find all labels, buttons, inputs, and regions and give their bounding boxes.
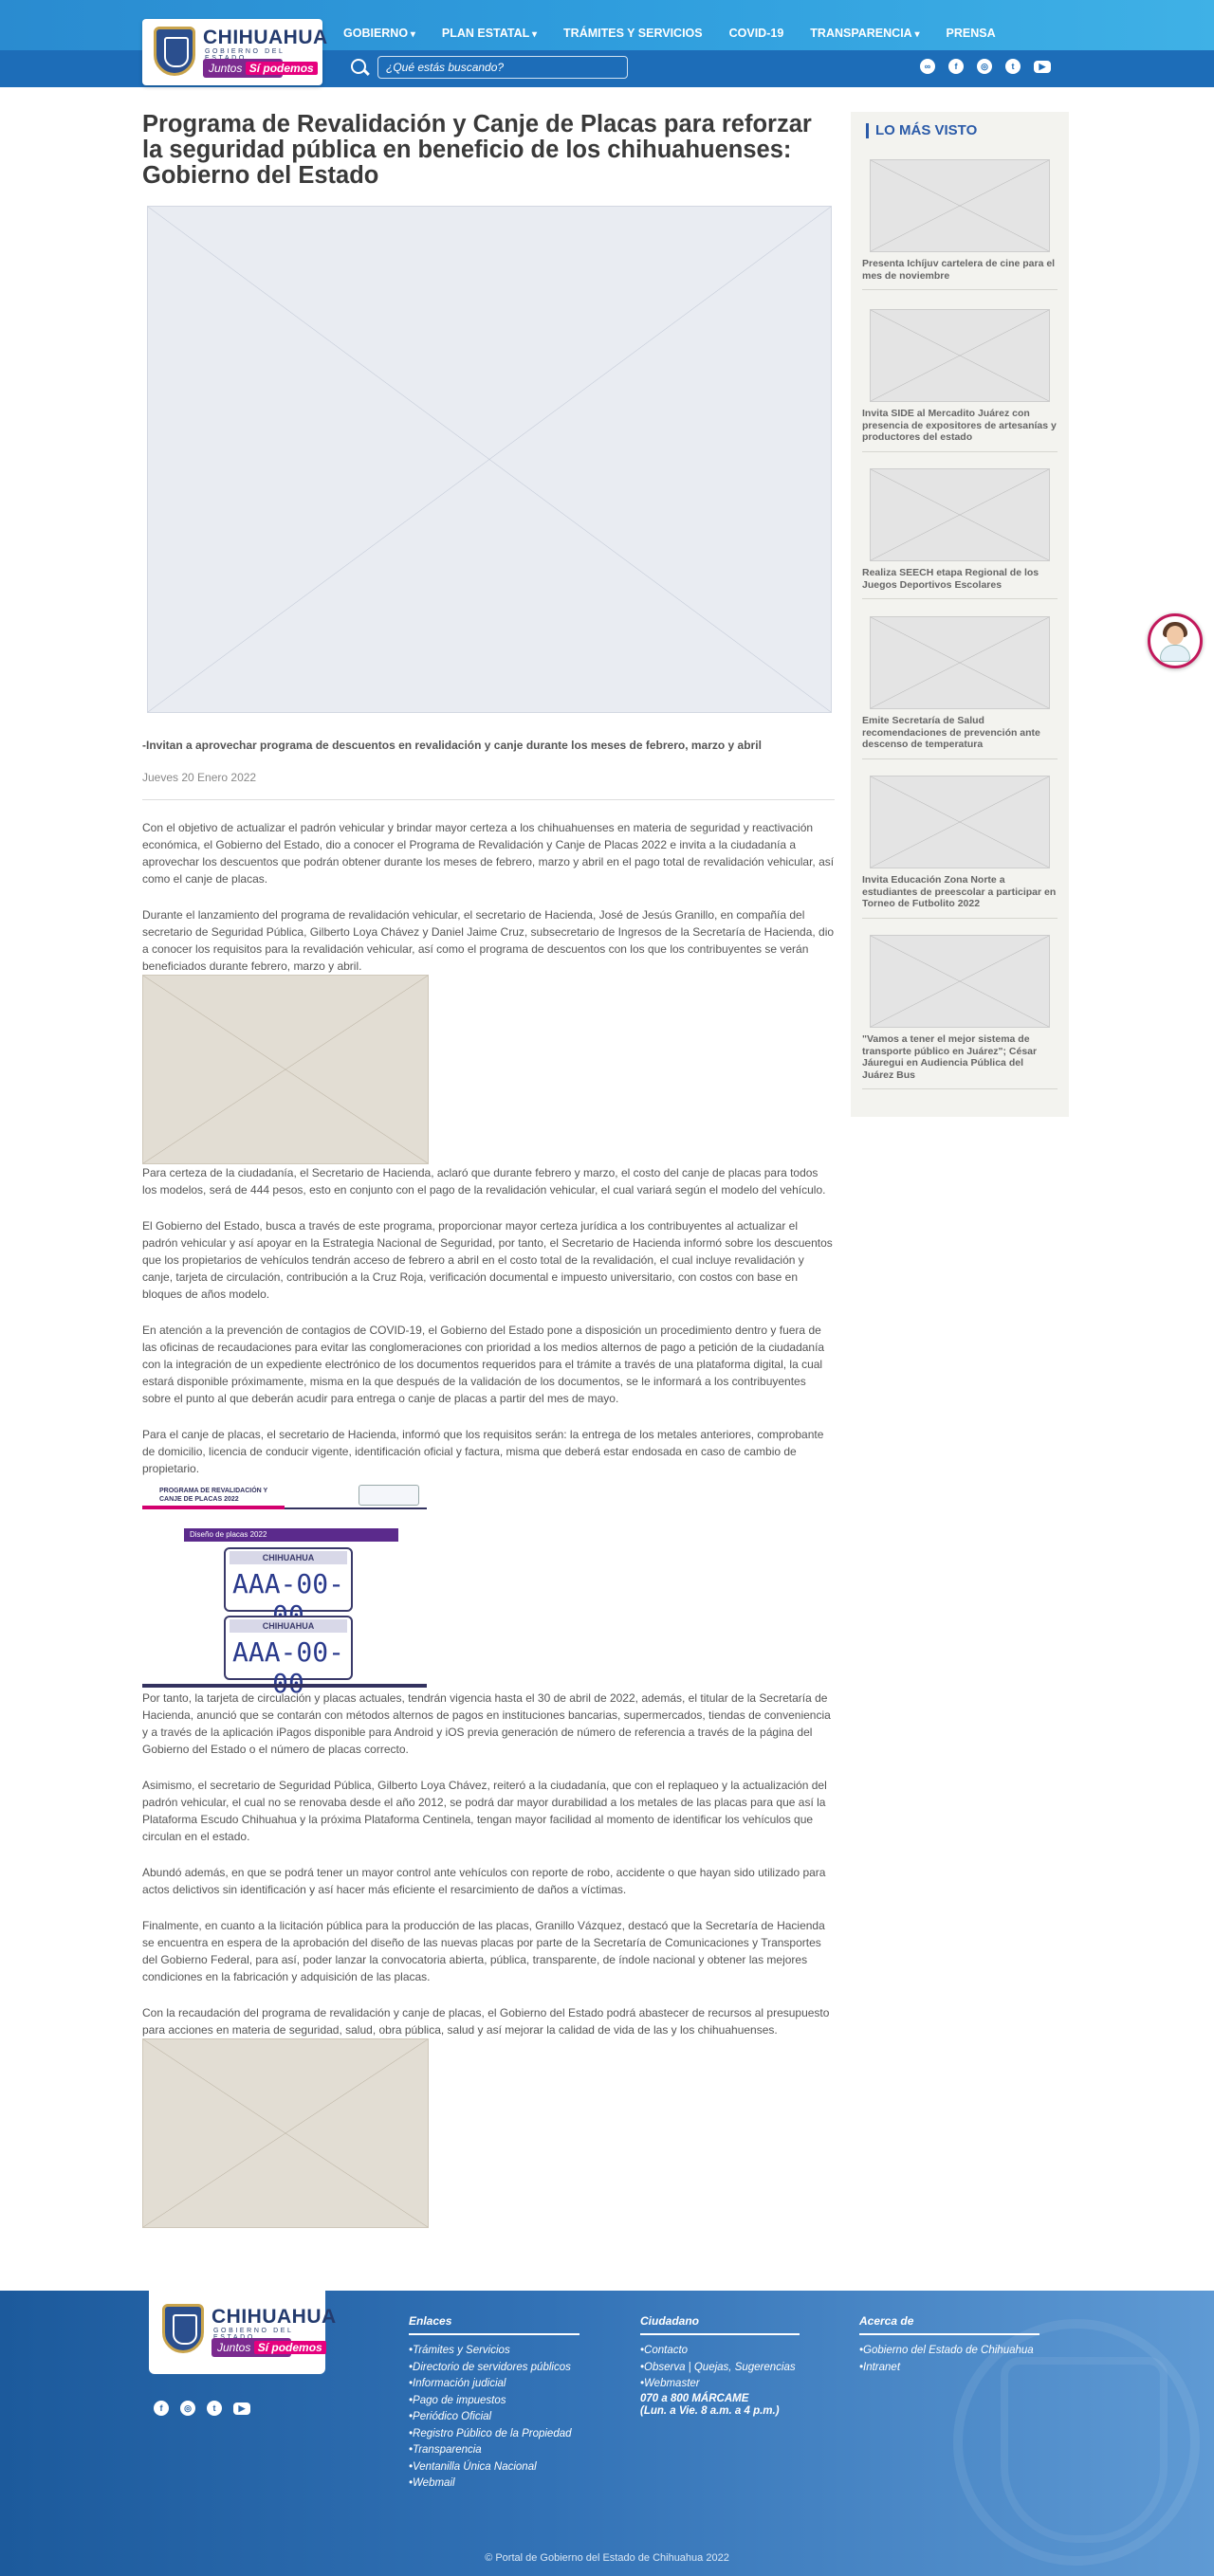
- footer-hours: (Lun. a Vie. 8 a.m. a 4 p.m.): [640, 2404, 780, 2417]
- sidebar-item[interactable]: "Vamos a tener el mejor sistema de trans…: [862, 935, 1058, 1089]
- youtube-icon[interactable]: ▶: [233, 2402, 250, 2415]
- news-thumbnail[interactable]: [870, 776, 1050, 868]
- footer-link[interactable]: •Intranet: [859, 2360, 1039, 2377]
- nav-covid[interactable]: COVID-19: [729, 27, 784, 40]
- nav-transparencia[interactable]: TRANSPARENCIA: [810, 27, 919, 40]
- coat-of-arms-icon: [154, 27, 195, 76]
- license-plate: CHIHUAHUA AAA-00-00: [224, 1616, 353, 1699]
- article-paragraph: Abundó además, en que se podrá tener un …: [142, 1866, 826, 1896]
- site-logo[interactable]: CHIHUAHUA GOBIERNO DEL ESTADO Juntos Sí …: [142, 19, 327, 85]
- footer-link[interactable]: •Webmaster: [640, 2376, 800, 2393]
- plates-label: Diseño de placas 2022: [184, 1528, 398, 1542]
- sidebar-heading: LO MÁS VISTO: [866, 123, 977, 138]
- site-footer: CHIHUAHUA GOBIERNO DEL ESTADO Juntos Sí …: [0, 2291, 1214, 2576]
- footer-link[interactable]: •Pago de impuestos: [409, 2393, 579, 2410]
- footer-phone[interactable]: 070 a 800 MÁRCAME: [640, 2393, 800, 2405]
- footer-link[interactable]: •Observa | Quejas, Sugerencias: [640, 2360, 800, 2377]
- news-thumbnail[interactable]: [870, 935, 1050, 1028]
- coat-of-arms-icon: [162, 2304, 204, 2353]
- footer-logo[interactable]: CHIHUAHUA GOBIERNO DEL ESTADO Juntos Sí …: [149, 2291, 336, 2374]
- article-paragraph: Durante el lanzamiento del programa de r…: [142, 908, 835, 973]
- instagram-icon[interactable]: ◎: [977, 59, 992, 74]
- site-header: CHIHUAHUA GOBIERNO DEL ESTADO Juntos Sí …: [0, 0, 1214, 87]
- logo-title: CHIHUAHUA: [203, 27, 328, 48]
- article-paragraph: Con el objetivo de actualizar el padrón …: [142, 821, 835, 886]
- footer-col-enlaces: Enlaces •Trámites y Servicios •Directori…: [409, 2314, 579, 2493]
- sidebar-item[interactable]: Emite Secretaría de Salud recomendacione…: [862, 616, 1058, 759]
- footer-col-title: Acerca de: [859, 2314, 914, 2328]
- copyright: © Portal de Gobierno del Estado de Chihu…: [485, 2552, 729, 2564]
- article-paragraph: Para el canje de placas, el secretario d…: [142, 1428, 824, 1475]
- article-paragraph: Finalmente, en cuanto a la licitación pú…: [142, 1919, 825, 1983]
- infographic-placeholder: [147, 206, 832, 713]
- footer-link[interactable]: •Transparencia: [409, 2442, 579, 2459]
- footer-col-title: Ciudadano: [640, 2314, 699, 2328]
- plates-heading: PROGRAMA DE REVALIDACIÓN Y CANJE DE PLAC…: [159, 1488, 268, 1503]
- news-thumbnail[interactable]: [870, 616, 1050, 709]
- nav-prensa[interactable]: PRENSA: [947, 27, 996, 40]
- news-thumbnail[interactable]: [870, 468, 1050, 561]
- footer-link[interactable]: •Gobierno del Estado de Chihuahua: [859, 2343, 1039, 2360]
- article-paragraph: Por tanto, la tarjeta de circulación y p…: [142, 1691, 831, 1756]
- press-conference-photo: [142, 2038, 429, 2228]
- article-lead: -Invitan a aprovechar programa de descue…: [142, 739, 762, 752]
- twitter-icon[interactable]: t: [1005, 59, 1021, 74]
- news-thumbnail[interactable]: [870, 159, 1050, 252]
- plates-logo: [359, 1485, 419, 1506]
- article-date: Jueves 20 Enero 2022: [142, 771, 257, 784]
- header-social-links: ∞ f ◎ t ▶: [920, 59, 1051, 74]
- news-headline[interactable]: Presenta Ichíjuv cartelera de cine para …: [862, 258, 1058, 282]
- facebook-icon[interactable]: f: [948, 59, 964, 74]
- twitter-icon[interactable]: t: [207, 2401, 222, 2416]
- sidebar-item[interactable]: Presenta Ichíjuv cartelera de cine para …: [862, 159, 1058, 290]
- most-viewed-sidebar: LO MÁS VISTO Presenta Ichíjuv cartelera …: [851, 112, 1069, 1117]
- footer-link[interactable]: •Trámites y Servicios: [409, 2343, 579, 2360]
- news-headline[interactable]: Invita SIDE al Mercadito Juárez con pres…: [862, 408, 1058, 444]
- footer-link[interactable]: •Registro Público de la Propiedad: [409, 2426, 579, 2443]
- news-headline[interactable]: Realiza SEECH etapa Regional de los Jueg…: [862, 567, 1058, 591]
- footer-col-acerca: Acerca de •Gobierno del Estado de Chihua…: [859, 2314, 1039, 2376]
- article-paragraph: En atención a la prevención de contagios…: [142, 1324, 825, 1405]
- news-headline[interactable]: Invita Educación Zona Norte a estudiante…: [862, 874, 1058, 910]
- article: Programa de Revalidación y Canje de Plac…: [142, 112, 835, 2228]
- footer-link[interactable]: •Webmail: [409, 2476, 579, 2493]
- article-paragraph: Para certeza de la ciudadanía, el Secret…: [142, 1166, 826, 1197]
- nav-gobierno[interactable]: GOBIERNO: [343, 27, 415, 40]
- facebook-icon[interactable]: f: [154, 2401, 169, 2416]
- logo-tagline: Juntos Sí podemos: [203, 59, 318, 78]
- infographic-image: [142, 206, 835, 718]
- footer-social-links: f ◎ t ▶: [154, 2401, 250, 2416]
- news-headline[interactable]: Emite Secretaría de Salud recomendacione…: [862, 715, 1058, 751]
- instagram-icon[interactable]: ◎: [180, 2401, 195, 2416]
- news-thumbnail[interactable]: [870, 309, 1050, 402]
- footer-link[interactable]: •Ventanilla Única Nacional: [409, 2459, 579, 2476]
- sidebar-item[interactable]: Invita SIDE al Mercadito Juárez con pres…: [862, 309, 1058, 452]
- nav-tramites[interactable]: TRÁMITES Y SERVICIOS: [563, 27, 703, 40]
- footer-col-title: Enlaces: [409, 2314, 452, 2328]
- article-paragraph: El Gobierno del Estado, busca a través d…: [142, 1219, 833, 1301]
- footer-link[interactable]: •Información judicial: [409, 2376, 579, 2393]
- main-nav: GOBIERNO PLAN ESTATAL TRÁMITES Y SERVICI…: [343, 27, 1022, 40]
- article-paragraph: Asimismo, el secretario de Seguridad Púb…: [142, 1779, 827, 1843]
- link-icon[interactable]: ∞: [920, 59, 935, 74]
- sidebar-item[interactable]: Realiza SEECH etapa Regional de los Jueg…: [862, 468, 1058, 599]
- chat-assistant-avatar[interactable]: [1148, 613, 1203, 668]
- license-plate: CHIHUAHUA AAA-00-00: [224, 1547, 353, 1631]
- sidebar-item[interactable]: Invita Educación Zona Norte a estudiante…: [862, 776, 1058, 919]
- article-title: Programa de Revalidación y Canje de Plac…: [142, 111, 812, 189]
- footer-link[interactable]: •Contacto: [640, 2343, 800, 2360]
- footer-link[interactable]: •Periódico Oficial: [409, 2409, 579, 2426]
- footer-link[interactable]: •Directorio de servidores públicos: [409, 2360, 579, 2377]
- news-headline[interactable]: "Vamos a tener el mejor sistema de trans…: [862, 1033, 1058, 1081]
- search-input[interactable]: [377, 56, 628, 79]
- plates-design-graphic: PROGRAMA DE REVALIDACIÓN Y CANJE DE PLAC…: [142, 1481, 429, 1699]
- search-icon[interactable]: [351, 59, 366, 74]
- footer-col-ciudadano: Ciudadano •Contacto •Observa | Quejas, S…: [640, 2314, 800, 2418]
- divider: [142, 799, 835, 800]
- youtube-icon[interactable]: ▶: [1034, 61, 1051, 73]
- nav-plan-estatal[interactable]: PLAN ESTATAL: [442, 27, 537, 40]
- press-conference-photo: [142, 975, 429, 1164]
- article-paragraph: Con la recaudación del programa de reval…: [142, 2006, 830, 2037]
